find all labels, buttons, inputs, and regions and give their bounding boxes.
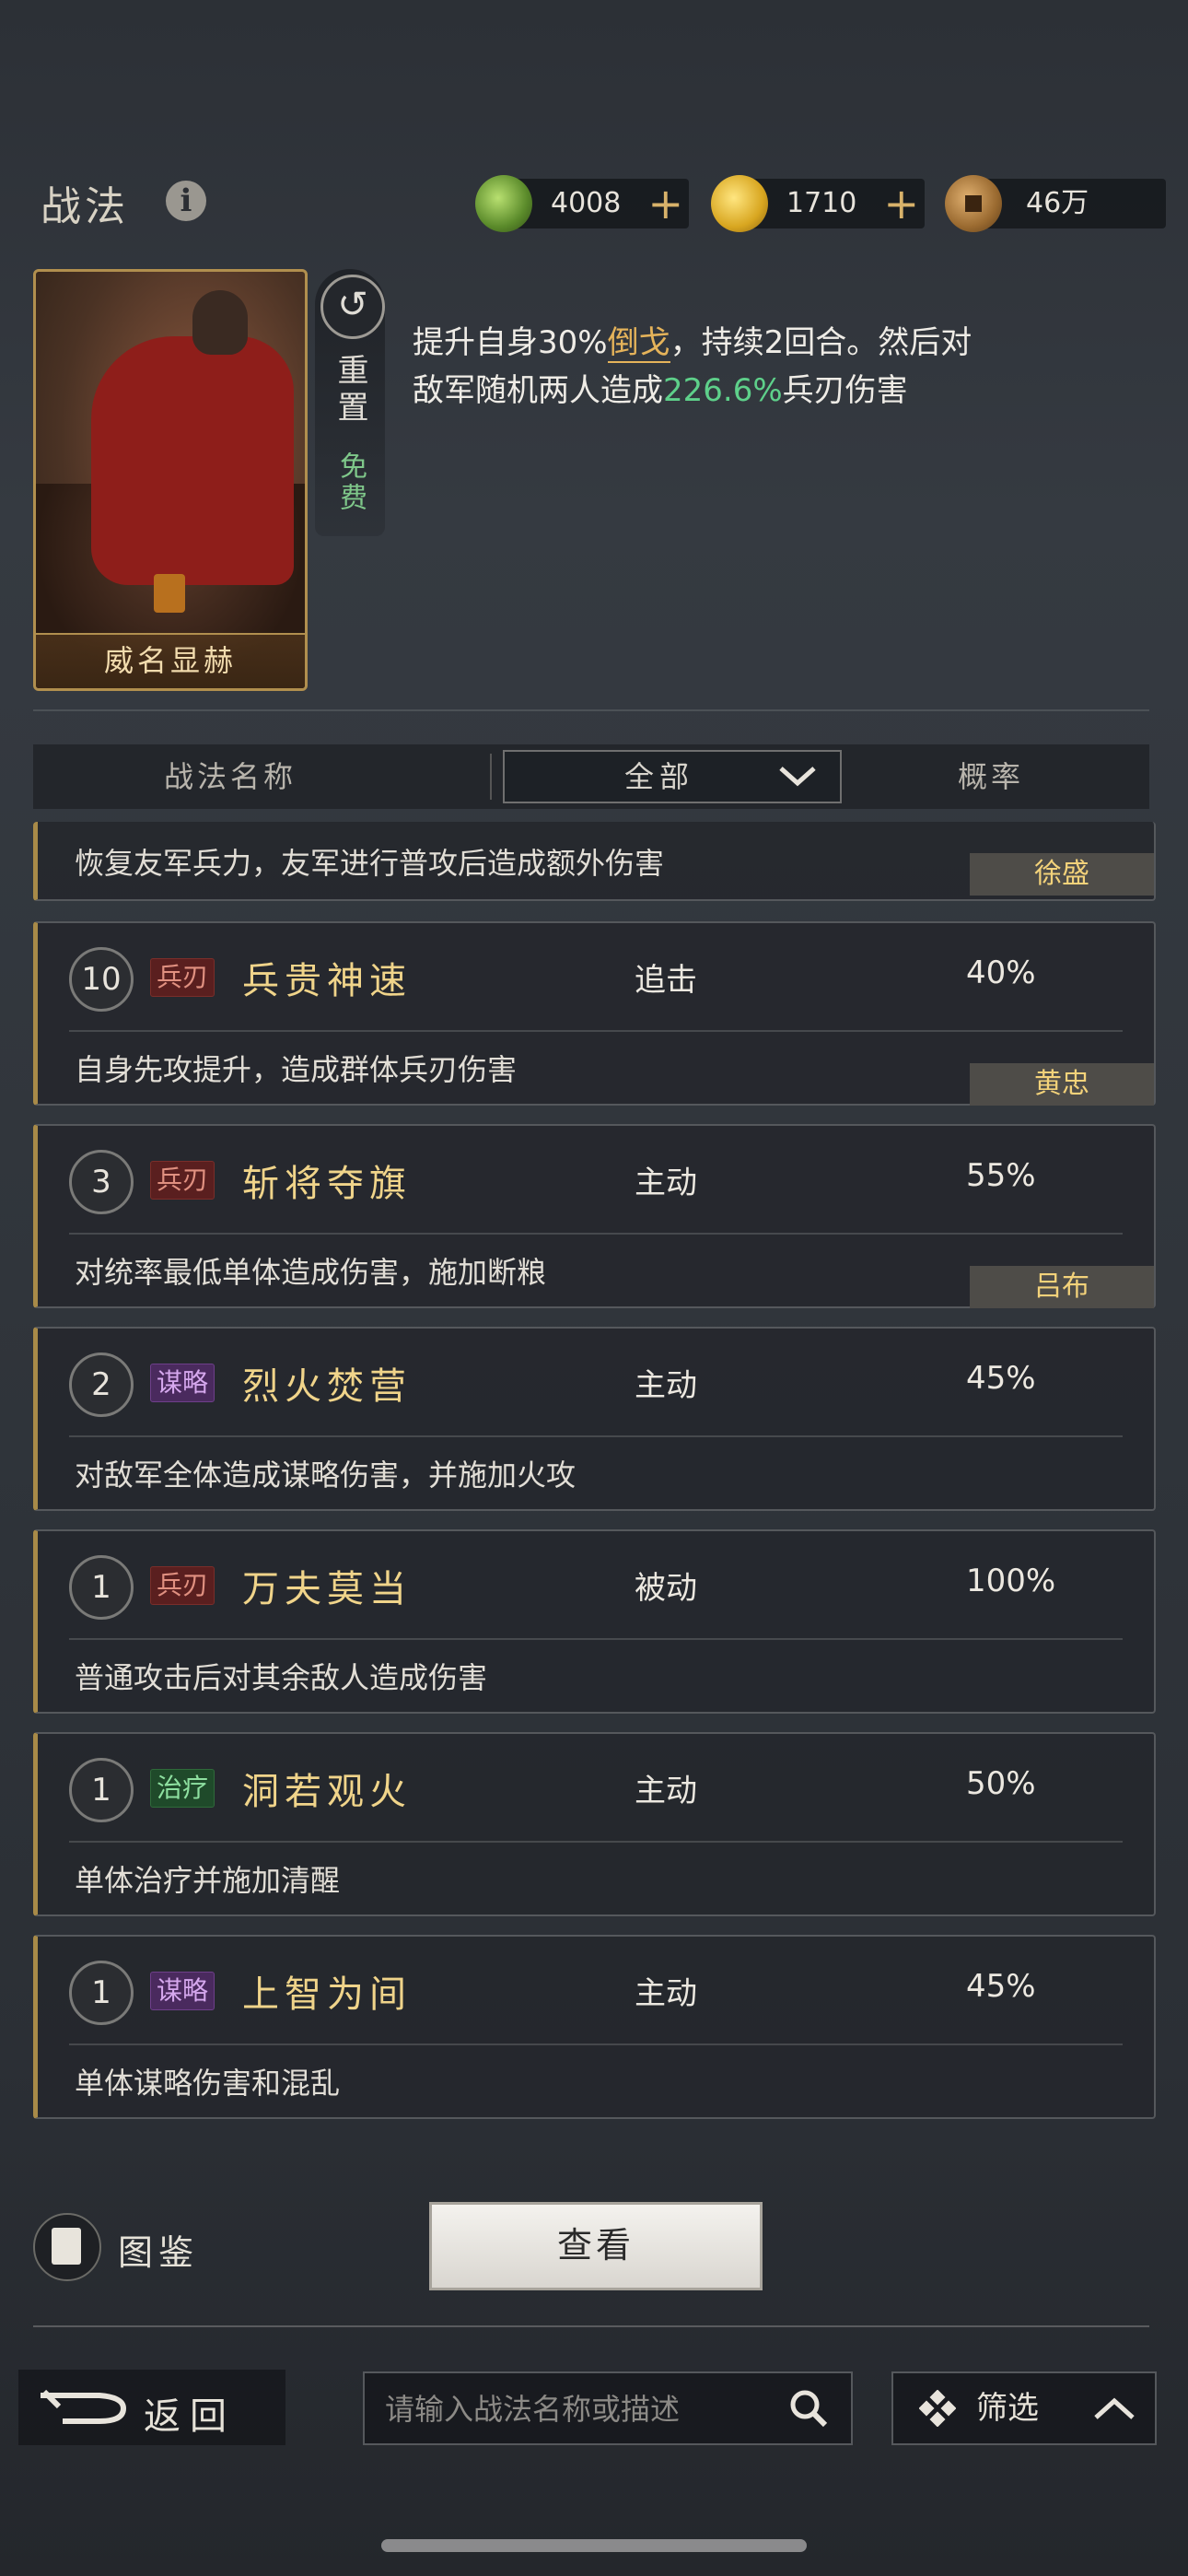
list-item[interactable]: 10 兵刃 兵贵神速 追击 40% 自身先攻提升，造成群体兵刃伤害 黄忠 <box>33 921 1156 1106</box>
divider <box>69 1435 1123 1437</box>
card-name: 威名显赫 <box>36 633 305 688</box>
skill-trigger: 被动 <box>635 1570 697 1607</box>
resource-jade-value: 4008 <box>551 187 622 219</box>
skill-level: 1 <box>69 1555 134 1620</box>
resource-jade: 4008 + <box>475 175 689 232</box>
back-arrow-icon <box>41 2389 127 2424</box>
divider <box>69 2043 1123 2045</box>
damage-value: 226.6% <box>663 372 783 409</box>
card-art-cloak <box>91 336 294 585</box>
divider <box>69 1841 1123 1843</box>
divider <box>490 754 492 800</box>
skill-level: 2 <box>69 1352 134 1417</box>
skill-type-tag: 兵刃 <box>150 1566 215 1605</box>
list-item[interactable]: 1 兵刃 万夫莫当 被动 100% 普通攻击后对其余敌人造成伤害 <box>33 1529 1156 1714</box>
filter-label: 筛选 <box>976 2390 1039 2427</box>
skill-card[interactable]: 威名显赫 <box>33 269 308 691</box>
col-prob-header: 概率 <box>958 759 1025 794</box>
owner-badge[interactable]: 徐盛 <box>970 853 1154 896</box>
info-icon[interactable]: i <box>166 181 206 221</box>
reset-label[interactable]: 重置 <box>322 354 378 436</box>
skill-desc: 对敌军全体造成谋略伤害，并施加火攻 <box>75 1458 577 1493</box>
copper-coin-icon <box>945 175 1002 232</box>
add-gold-button[interactable]: + <box>883 179 919 228</box>
skill-trigger: 追击 <box>635 962 697 999</box>
skill-description: 提升自身30%倒戈，持续2回合。然后对 敌军随机两人造成226.6%兵刃伤害 <box>413 324 973 409</box>
skill-trigger: 主动 <box>635 1773 697 1809</box>
skill-desc: 恢复友军兵力，友军进行普攻后造成额外伤害 <box>75 846 665 881</box>
codex-button-label[interactable]: 图鉴 <box>118 2224 199 2275</box>
codex-icon[interactable] <box>33 2213 101 2281</box>
divider <box>69 1233 1123 1235</box>
skill-desc: 自身先攻提升，造成群体兵刃伤害 <box>75 1052 518 1087</box>
skill-name: 洞若观火 <box>242 1771 412 1813</box>
skill-prob: 45% <box>966 1968 1036 2005</box>
list-item[interactable]: 1 治疗 洞若观火 主动 50% 单体治疗并施加清醒 <box>33 1732 1156 1916</box>
skill-desc: 对统率最低单体造成伤害，施加断粮 <box>75 1255 547 1290</box>
list-item[interactable]: 1 谋略 上智为间 主动 45% 单体谋略伤害和混乱 <box>33 1935 1156 2119</box>
divider <box>33 709 1149 711</box>
skill-level: 1 <box>69 1758 134 1822</box>
col-name-header: 战法名称 <box>164 759 297 794</box>
page-title: 战法 <box>41 183 129 230</box>
resource-gold-value: 1710 <box>786 187 857 219</box>
skill-type-tag: 谋略 <box>150 1972 215 2010</box>
search-icon[interactable] <box>788 2388 829 2429</box>
skill-desc: 单体谋略伤害和混乱 <box>75 2066 341 2101</box>
skill-name: 烈火焚营 <box>242 1365 412 1408</box>
list-item[interactable]: 恢复友军兵力，友军进行普攻后造成额外伤害 徐盛 <box>33 822 1156 901</box>
chevron-up-icon <box>1094 2397 1135 2419</box>
home-indicator[interactable] <box>381 2539 807 2552</box>
skill-name: 上智为间 <box>242 1973 412 2016</box>
list-item[interactable]: 2 谋略 烈火焚营 主动 45% 对敌军全体造成谋略伤害，并施加火攻 <box>33 1327 1156 1511</box>
search-input[interactable] <box>383 2373 774 2445</box>
skill-badge-icon <box>154 574 185 613</box>
card-art-warrior <box>192 290 248 355</box>
category-filter-dropdown[interactable]: 全部 <box>503 750 842 803</box>
skill-level: 1 <box>69 1961 134 2025</box>
filter-diamond-icon <box>919 2390 956 2427</box>
skill-prob: 100% <box>966 1563 1056 1599</box>
skill-trigger: 主动 <box>635 1367 697 1404</box>
dropdown-value: 全部 <box>624 759 695 794</box>
skill-type-tag: 兵刃 <box>150 1161 215 1200</box>
skill-type-tag: 治疗 <box>150 1769 215 1808</box>
skill-prob: 55% <box>966 1157 1036 1194</box>
skill-trigger: 主动 <box>635 1975 697 2012</box>
skill-trigger: 主动 <box>635 1165 697 1201</box>
skill-name: 兵贵神速 <box>242 960 412 1002</box>
divider <box>69 1030 1123 1032</box>
skill-type-tag: 兵刃 <box>150 958 215 997</box>
divider <box>33 2325 1149 2327</box>
reset-icon[interactable]: ↺ <box>320 275 385 339</box>
skill-prob: 45% <box>966 1360 1036 1397</box>
chevron-down-icon <box>779 767 816 787</box>
resource-copper: 46万 <box>945 175 1166 232</box>
free-label: 免费 <box>334 451 367 514</box>
skill-type-tag: 谋略 <box>150 1364 215 1402</box>
filter-button[interactable]: 筛选 <box>891 2371 1157 2445</box>
list-item[interactable]: 3 兵刃 斩将夺旗 主动 55% 对统率最低单体造成伤害，施加断粮 吕布 <box>33 1124 1156 1308</box>
view-button[interactable]: 查看 <box>429 2202 763 2290</box>
skill-prob: 50% <box>966 1765 1036 1802</box>
divider <box>69 1638 1123 1640</box>
keyword-link[interactable]: 倒戈 <box>607 324 670 363</box>
skill-level: 3 <box>69 1150 134 1214</box>
back-label[interactable]: 返回 <box>144 2386 236 2440</box>
skill-prob: 40% <box>966 954 1036 991</box>
owner-badge[interactable]: 吕布 <box>970 1266 1154 1308</box>
search-box[interactable] <box>363 2371 853 2445</box>
add-jade-button[interactable]: + <box>647 179 683 228</box>
resource-gold: 1710 + <box>711 175 925 232</box>
skill-level: 10 <box>69 947 134 1012</box>
resource-copper-value: 46万 <box>1026 187 1089 219</box>
jade-icon <box>475 175 532 232</box>
owner-badge[interactable]: 黄忠 <box>970 1063 1154 1106</box>
skill-desc: 普通攻击后对其余敌人造成伤害 <box>75 1660 488 1695</box>
skill-name: 万夫莫当 <box>242 1568 412 1610</box>
skill-desc: 单体治疗并施加清醒 <box>75 1863 341 1898</box>
gold-icon <box>711 175 768 232</box>
skill-name: 斩将夺旗 <box>242 1163 412 1205</box>
